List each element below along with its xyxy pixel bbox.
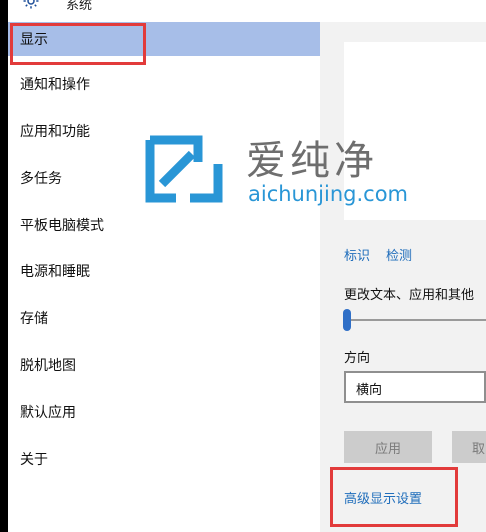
advanced-link-highlight-box bbox=[330, 467, 458, 527]
sidebar-item-offline-maps[interactable]: 脱机地图 bbox=[8, 348, 320, 382]
watermark: 爱纯净 aichunjing.com bbox=[142, 132, 442, 212]
sidebar-item-label: 电源和睡眠 bbox=[20, 264, 90, 280]
detect-link[interactable]: 检测 bbox=[386, 249, 412, 264]
sidebar-item-label: 平板电脑模式 bbox=[20, 218, 104, 234]
sidebar-item-storage[interactable]: 存储 bbox=[8, 301, 320, 335]
orientation-label: 方向 bbox=[344, 351, 371, 366]
title-bar: 系统 bbox=[8, 0, 486, 22]
apply-button[interactable]: 应用 bbox=[344, 431, 432, 463]
watermark-logo-icon bbox=[145, 135, 223, 203]
sidebar-item-notifications[interactable]: 通知和操作 bbox=[8, 67, 320, 101]
orientation-dropdown[interactable]: 横向 bbox=[344, 371, 486, 403]
sidebar-item-label: 存储 bbox=[20, 311, 48, 327]
window-title: 系统 bbox=[66, 0, 93, 13]
scale-slider-thumb[interactable] bbox=[343, 309, 351, 331]
apply-button-label: 应用 bbox=[374, 441, 401, 457]
scale-slider-track[interactable] bbox=[346, 319, 486, 321]
cancel-button[interactable]: 取 bbox=[452, 431, 486, 463]
sidebar-item-label: 默认应用 bbox=[20, 405, 76, 421]
cancel-button-label: 取 bbox=[472, 441, 486, 457]
sidebar-item-power-sleep[interactable]: 电源和睡眠 bbox=[8, 254, 320, 288]
sidebar-item-label: 多任务 bbox=[20, 171, 62, 187]
sidebar-item-label: 应用和功能 bbox=[20, 124, 90, 140]
sidebar-item-default-apps[interactable]: 默认应用 bbox=[8, 395, 320, 429]
sidebar-item-label: 关于 bbox=[20, 452, 48, 468]
display-item-highlight-box bbox=[10, 23, 146, 65]
sidebar-item-about[interactable]: 关于 bbox=[8, 442, 320, 476]
settings-sidebar: 显示 通知和操作 应用和功能 多任务 平板电脑模式 电源和睡眠 存储 脱机地图 … bbox=[8, 22, 320, 532]
scale-label: 更改文本、应用和其他 bbox=[344, 288, 475, 303]
left-window-edge bbox=[0, 0, 8, 532]
sidebar-item-label: 通知和操作 bbox=[20, 77, 90, 93]
sidebar-item-tablet-mode[interactable]: 平板电脑模式 bbox=[8, 208, 320, 242]
display-links: 标识 检测 bbox=[344, 245, 428, 264]
watermark-url-text: aichunjing.com bbox=[248, 182, 409, 206]
orientation-value: 横向 bbox=[356, 383, 383, 398]
identify-link[interactable]: 标识 bbox=[344, 249, 370, 264]
gear-icon bbox=[23, 0, 39, 9]
watermark-chinese-text: 爱纯净 bbox=[246, 138, 378, 184]
sidebar-item-label: 脱机地图 bbox=[20, 358, 76, 374]
